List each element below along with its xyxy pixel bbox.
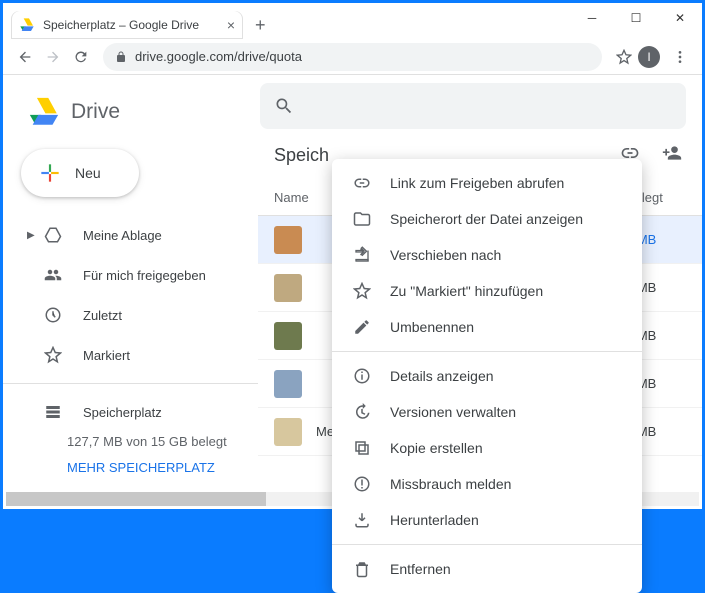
tab-close-icon[interactable]: ×	[227, 17, 235, 33]
star-icon	[43, 346, 63, 364]
context-menu-item[interactable]: Kopie erstellen	[332, 430, 642, 466]
context-menu-label: Zu "Markiert" hinzufügen	[390, 283, 543, 299]
history-icon	[350, 403, 374, 421]
sidebar-item-starred[interactable]: Markiert	[3, 335, 258, 375]
sidebar-item-shared[interactable]: Für mich freigegeben	[3, 255, 258, 295]
drive-logo-icon	[27, 95, 61, 129]
report-icon	[350, 475, 374, 493]
context-menu-label: Link zum Freigeben abrufen	[390, 175, 564, 191]
drive-favicon-icon	[19, 17, 35, 33]
context-menu-label: Entfernen	[390, 561, 451, 577]
context-menu-item[interactable]: Entfernen	[332, 551, 642, 587]
context-menu-label: Speicherort der Datei anzeigen	[390, 211, 583, 227]
file-thumbnail	[274, 370, 302, 398]
divider	[3, 383, 258, 384]
address-bar[interactable]: drive.google.com/drive/quota	[103, 43, 602, 71]
folder-icon	[350, 210, 374, 228]
trash-icon	[350, 560, 374, 578]
plus-icon	[37, 160, 63, 186]
info-icon	[350, 367, 374, 385]
context-menu-label: Details anzeigen	[390, 368, 494, 384]
page-content: Drive Neu ▶ Meine Ablage Für mich freige…	[3, 75, 702, 509]
context-menu-item[interactable]: Speicherort der Datei anzeigen	[332, 201, 642, 237]
context-menu-item[interactable]: Versionen verwalten	[332, 394, 642, 430]
search-bar[interactable]	[260, 83, 686, 129]
sidebar-item-storage[interactable]: Speicherplatz	[3, 392, 258, 432]
reload-button[interactable]	[67, 43, 95, 71]
context-menu-item[interactable]: Details anzeigen	[332, 358, 642, 394]
close-button[interactable]: ✕	[658, 3, 702, 33]
file-thumbnail	[274, 226, 302, 254]
file-thumbnail	[274, 418, 302, 446]
forward-button[interactable]	[39, 43, 67, 71]
clock-icon	[43, 306, 63, 324]
storage-info: 127,7 MB von 15 GB belegt MEHR SPEICHERP…	[3, 432, 258, 477]
browser-tab[interactable]: Speicherplatz – Google Drive ×	[11, 11, 243, 39]
new-tab-button[interactable]: +	[255, 15, 266, 36]
context-menu-label: Missbrauch melden	[390, 476, 511, 492]
sidebar-item-label: Für mich freigegeben	[83, 268, 206, 283]
context-menu-label: Kopie erstellen	[390, 440, 483, 456]
search-icon	[274, 96, 294, 116]
storage-usage-text: 127,7 MB von 15 GB belegt	[67, 432, 234, 452]
lock-icon	[115, 51, 127, 63]
context-menu-label: Verschieben nach	[390, 247, 501, 263]
divider	[332, 544, 642, 545]
chevron-right-icon: ▶	[27, 230, 39, 241]
divider	[332, 351, 642, 352]
context-menu-label: Versionen verwalten	[390, 404, 516, 420]
maximize-button[interactable]: ☐	[614, 3, 658, 33]
sidebar-item-label: Meine Ablage	[83, 228, 162, 243]
context-menu-item[interactable]: Herunterladen	[332, 502, 642, 538]
browser-window: Speicherplatz – Google Drive × + ─ ☐ ✕ d…	[0, 0, 705, 512]
copy-icon	[350, 439, 374, 457]
context-menu-item[interactable]: Link zum Freigeben abrufen	[332, 165, 642, 201]
context-menu-item[interactable]: Umbenennen	[332, 309, 642, 345]
star-icon	[350, 282, 374, 300]
context-menu-item[interactable]: Verschieben nach	[332, 237, 642, 273]
context-menu-item[interactable]: Missbrauch melden	[332, 466, 642, 502]
my-drive-icon	[43, 226, 63, 244]
sidebar-item-my-drive[interactable]: ▶ Meine Ablage	[3, 215, 258, 255]
window-controls: ─ ☐ ✕	[570, 3, 702, 33]
file-thumbnail	[274, 274, 302, 302]
tab-title: Speicherplatz – Google Drive	[43, 18, 199, 32]
url-text: drive.google.com/drive/quota	[135, 49, 302, 64]
brand-text: Drive	[71, 100, 120, 124]
profile-avatar[interactable]: I	[638, 46, 660, 68]
minimize-button[interactable]: ─	[570, 3, 614, 33]
browser-menu-button[interactable]	[666, 43, 694, 71]
new-button[interactable]: Neu	[21, 149, 139, 197]
download-icon	[350, 511, 374, 529]
new-button-label: Neu	[75, 165, 101, 181]
storage-icon	[43, 403, 63, 421]
buy-storage-link[interactable]: MEHR SPEICHERPLATZ	[67, 458, 234, 478]
context-menu-item[interactable]: Zu "Markiert" hinzufügen	[332, 273, 642, 309]
file-thumbnail	[274, 322, 302, 350]
shared-icon	[43, 266, 63, 284]
sidebar: Drive Neu ▶ Meine Ablage Für mich freige…	[3, 75, 258, 509]
sidebar-item-label: Markiert	[83, 348, 130, 363]
link-icon	[350, 174, 374, 192]
context-menu-label: Umbenennen	[390, 319, 474, 335]
sidebar-item-label: Zuletzt	[83, 308, 122, 323]
titlebar: Speicherplatz – Google Drive × + ─ ☐ ✕	[3, 3, 702, 39]
sidebar-item-label: Speicherplatz	[83, 405, 162, 420]
rename-icon	[350, 318, 374, 336]
back-button[interactable]	[11, 43, 39, 71]
context-menu: Link zum Freigeben abrufen Speicherort de…	[332, 159, 642, 593]
context-menu-label: Herunterladen	[390, 512, 479, 528]
sidebar-item-recent[interactable]: Zuletzt	[3, 295, 258, 335]
move-icon	[350, 246, 374, 264]
bookmark-star-icon[interactable]	[616, 49, 632, 65]
browser-toolbar: drive.google.com/drive/quota I	[3, 39, 702, 75]
drive-brand[interactable]: Drive	[3, 87, 258, 145]
person-add-icon[interactable]	[662, 143, 682, 163]
